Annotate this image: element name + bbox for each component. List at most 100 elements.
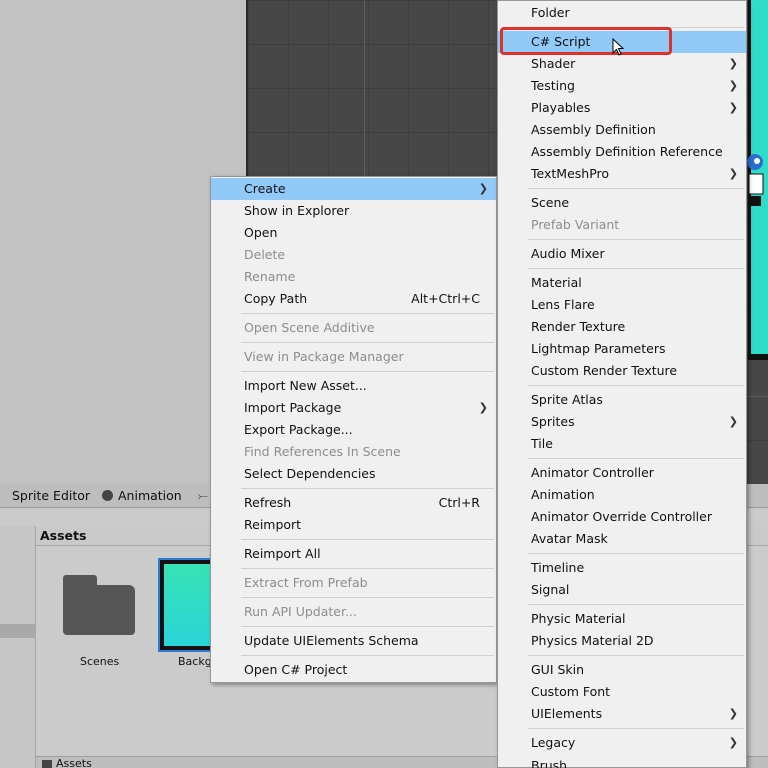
asset-context-menu: Create ❯ Show in Explorer Open Delete Ren… — [210, 176, 497, 683]
menu-separator — [241, 655, 494, 656]
menu-item-select-dependencies[interactable]: Select Dependencies — [211, 463, 496, 485]
background-asset-thumbnail[interactable] — [158, 558, 218, 652]
menu-item-label: Legacy — [531, 735, 576, 750]
menu-item-export-package[interactable]: Export Package... — [211, 419, 496, 441]
menu-item-create[interactable]: Create ❯ — [211, 178, 496, 200]
menu-item-lightmap-parameters[interactable]: Lightmap Parameters — [498, 338, 746, 360]
menu-item-animator-override-controller[interactable]: Animator Override Controller — [498, 506, 746, 528]
create-submenu: Folder C# Script Shader ❯ Testing ❯ Playab… — [497, 0, 747, 768]
menu-item-label: UIElements — [531, 706, 603, 721]
menu-item-view-in-package-manager: View in Package Manager — [244, 349, 404, 364]
menu-separator — [528, 553, 744, 554]
menu-item-extract-from-prefab: Extract From Prefab — [244, 575, 368, 590]
menu-item-gui-skin[interactable]: GUI Skin — [498, 659, 746, 681]
submenu-arrow-icon: ❯ — [728, 415, 738, 428]
character-sprite — [747, 154, 764, 206]
menu-item-material[interactable]: Material — [498, 272, 746, 294]
mouse-cursor-icon — [612, 38, 625, 56]
menu-item-physics-material-2d[interactable]: Physics Material 2D — [498, 630, 746, 652]
menu-item-tile[interactable]: Tile — [498, 433, 746, 455]
menu-item-reimport[interactable]: Reimport — [211, 514, 496, 536]
menu-separator — [241, 539, 494, 540]
menu-item-label: Shader — [531, 56, 576, 71]
menu-item-uielements[interactable]: UIElements ❯ — [498, 703, 746, 725]
menu-item-legacy[interactable]: Legacy ❯ — [498, 732, 746, 754]
scenes-folder-label: Scenes — [80, 655, 120, 668]
menu-item-label: Refresh — [244, 495, 292, 510]
submenu-arrow-icon: ❯ — [728, 167, 738, 180]
submenu-arrow-icon: ❯ — [478, 182, 488, 195]
menu-item-import-package[interactable]: Import Package ❯ — [211, 397, 496, 419]
menu-item-signal[interactable]: Signal — [498, 579, 746, 601]
submenu-arrow-icon: ❯ — [728, 101, 738, 114]
menu-item-avatar-mask[interactable]: Avatar Mask — [498, 528, 746, 550]
project-path-label: Assets — [56, 757, 92, 768]
animation-icon — [102, 490, 113, 501]
menu-separator — [528, 655, 744, 656]
menu-item-render-texture[interactable]: Render Texture — [498, 316, 746, 338]
submenu-arrow-icon: ❯ — [728, 79, 738, 92]
menu-item-label: Testing — [531, 78, 575, 93]
menu-item-label: TextMeshPro — [531, 166, 610, 181]
menu-item-copy-path[interactable]: Copy Path Alt+Ctrl+C — [211, 288, 496, 310]
menu-separator — [241, 568, 494, 569]
menu-item-physic-material[interactable]: Physic Material — [498, 608, 746, 630]
shortcut-label: Alt+Ctrl+C — [411, 291, 480, 306]
menu-separator — [528, 728, 744, 729]
menu-item-label: Copy Path — [244, 291, 308, 306]
project-folder-tree[interactable] — [0, 526, 36, 768]
menu-item-update-uielements-schema[interactable]: Update UIElements Schema — [211, 630, 496, 652]
submenu-arrow-icon: ❯ — [728, 707, 738, 720]
menu-item-lens-flare[interactable]: Lens Flare — [498, 294, 746, 316]
selected-tree-item[interactable] — [0, 624, 36, 638]
menu-item-animator-controller[interactable]: Animator Controller — [498, 462, 746, 484]
menu-item-open-scene-additive: Open Scene Additive — [244, 320, 375, 335]
menu-item-label: Sprites — [531, 414, 575, 429]
folder-icon — [42, 760, 52, 768]
tab-animation-label: Animation — [118, 488, 182, 503]
tab-animation[interactable]: Animation — [102, 488, 182, 503]
menu-item-sprites[interactable]: Sprites ❯ — [498, 411, 746, 433]
menu-item-show-in-explorer[interactable]: Show in Explorer — [211, 200, 496, 222]
menu-item-animation[interactable]: Animation — [498, 484, 746, 506]
scenes-folder-icon[interactable] — [63, 575, 135, 635]
menu-item-assembly-definition[interactable]: Assembly Definition — [498, 119, 746, 141]
menu-item-brush[interactable]: Brush — [498, 757, 746, 768]
submenu-arrow-icon: ❯ — [728, 57, 738, 70]
menu-item-playables[interactable]: Playables ❯ — [498, 97, 746, 119]
more-tabs-icon[interactable]: ⤚ — [198, 488, 208, 504]
menu-item-label: Playables — [531, 100, 591, 115]
menu-item-import-new-asset[interactable]: Import New Asset... — [211, 375, 496, 397]
menu-item-open[interactable]: Open — [211, 222, 496, 244]
menu-separator — [528, 458, 744, 459]
menu-separator — [241, 342, 494, 343]
menu-item-timeline[interactable]: Timeline — [498, 557, 746, 579]
menu-separator — [528, 604, 744, 605]
menu-separator — [241, 371, 494, 372]
menu-separator — [528, 188, 744, 189]
menu-item-custom-font[interactable]: Custom Font — [498, 681, 746, 703]
menu-item-custom-render-texture[interactable]: Custom Render Texture — [498, 360, 746, 382]
menu-item-find-references: Find References In Scene — [244, 444, 401, 459]
menu-item-refresh[interactable]: Refresh Ctrl+R — [211, 492, 496, 514]
menu-separator — [241, 488, 494, 489]
tab-sprite-editor[interactable]: Sprite Editor — [12, 488, 90, 503]
menu-item-assembly-definition-reference[interactable]: Assembly Definition Reference — [498, 141, 746, 163]
menu-item-sprite-atlas[interactable]: Sprite Atlas — [498, 389, 746, 411]
menu-item-testing[interactable]: Testing ❯ — [498, 75, 746, 97]
menu-item-reimport-all[interactable]: Reimport All — [211, 543, 496, 565]
menu-separator — [241, 626, 494, 627]
menu-item-scene[interactable]: Scene — [498, 192, 746, 214]
menu-item-rename: Rename — [244, 269, 296, 284]
menu-separator — [241, 597, 494, 598]
menu-separator — [241, 313, 494, 314]
menu-item-shader[interactable]: Shader ❯ — [498, 53, 746, 75]
menu-separator — [528, 268, 744, 269]
menu-item-open-csharp-project[interactable]: Open C# Project — [211, 659, 496, 681]
menu-item-audio-mixer[interactable]: Audio Mixer — [498, 243, 746, 265]
menu-separator — [528, 239, 744, 240]
menu-item-folder[interactable]: Folder — [498, 2, 746, 24]
shortcut-label: Ctrl+R — [438, 495, 480, 510]
menu-item-label: Create — [244, 181, 286, 196]
menu-item-textmeshpro[interactable]: TextMeshPro ❯ — [498, 163, 746, 185]
